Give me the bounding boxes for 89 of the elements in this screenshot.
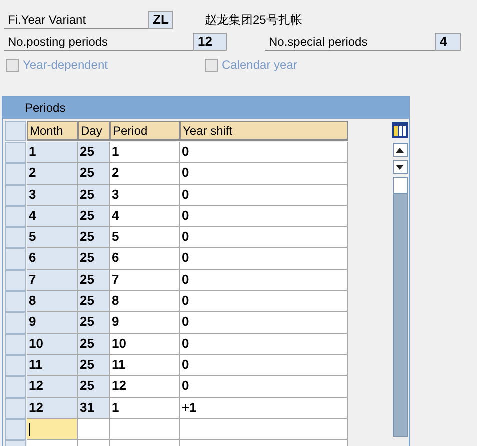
table-cell: 2 (27, 163, 78, 185)
table-cell: 12 (27, 376, 78, 398)
table-title: Periods (3, 97, 409, 119)
table-cell: 6 (27, 248, 78, 270)
table-cell: 25 (78, 312, 110, 334)
table-cell: 25 (78, 248, 110, 270)
table-cell: 4 (27, 206, 78, 228)
row-selector[interactable] (5, 206, 26, 228)
table-cell: 25 (78, 354, 110, 376)
up-arrow-icon (396, 148, 404, 152)
field-label: No.special periods (265, 33, 435, 51)
table-cell: 25 (78, 184, 110, 206)
table-cell: 25 (78, 142, 110, 164)
row-selector[interactable] (5, 248, 26, 270)
table-cell: 0 (180, 227, 348, 248)
row-selector[interactable] (5, 376, 26, 398)
table-cell: 2 (110, 163, 180, 185)
table-cell (110, 418, 180, 440)
table-cell: 9 (27, 312, 78, 334)
table-cell: 25 (78, 376, 110, 398)
table-cell: 0 (180, 334, 348, 355)
scroll-down-button[interactable] (392, 160, 408, 174)
variant-description: 赵龙集团25号扎帐 (205, 12, 302, 28)
table-cell: 0 (180, 354, 348, 376)
table-cell: 1 (27, 142, 78, 164)
table-cell: 25 (78, 270, 110, 292)
row-selector[interactable] (5, 184, 26, 206)
table-cell: 10 (110, 334, 180, 355)
checkbox-label: Calendar year (222, 58, 298, 72)
scroll-thumb[interactable] (394, 178, 406, 194)
table-cell: 5 (27, 227, 78, 248)
table-cell: 0 (180, 142, 348, 164)
table-cell: 0 (180, 248, 348, 270)
table-cell: 3 (27, 184, 78, 206)
table-cell: 4 (110, 206, 180, 228)
field-label: No.posting periods (4, 33, 193, 51)
table-cell: 31 (78, 398, 110, 419)
count-field[interactable]: 4 (435, 33, 461, 51)
table-cell: 25 (78, 334, 110, 355)
row-selector[interactable] (5, 398, 26, 419)
table-cell: 6 (110, 248, 180, 270)
scroll-up-button[interactable] (392, 143, 408, 157)
table-cell: 9 (110, 312, 180, 334)
column-header[interactable]: Month (27, 121, 78, 141)
row-selector[interactable] (5, 163, 26, 185)
table-cell: 0 (180, 163, 348, 185)
row-selector[interactable] (5, 227, 26, 248)
table-cell: 8 (110, 291, 180, 312)
table-cell: 12 (110, 376, 180, 398)
row-selector[interactable] (5, 354, 26, 376)
table-cell: 7 (110, 270, 180, 292)
table-cell: 0 (180, 291, 348, 312)
table-cell: 8 (27, 291, 78, 312)
table-cell: +1 (180, 398, 348, 419)
row-selector[interactable] (5, 142, 26, 164)
table-cell: 25 (78, 163, 110, 185)
table-cell: 3 (110, 184, 180, 206)
table-cell: 25 (78, 227, 110, 248)
column-header[interactable]: Period (110, 121, 180, 141)
table-cell: 11 (110, 354, 180, 376)
table-cell: 0 (180, 184, 348, 206)
column-header[interactable]: Year shift (180, 121, 348, 141)
row-selector[interactable] (5, 270, 26, 292)
table-cell: 0 (180, 206, 348, 228)
table-cell: 11 (27, 354, 78, 376)
column-header[interactable]: Day (78, 121, 110, 141)
row-selector[interactable] (5, 418, 26, 440)
table-cell: 10 (27, 334, 78, 355)
table-cell: 1 (110, 142, 180, 164)
table-cell: 25 (78, 291, 110, 312)
row-selector[interactable] (5, 121, 26, 141)
checkbox-label: Year-dependent (23, 58, 108, 72)
table-cell: 25 (78, 206, 110, 228)
row-selector[interactable] (5, 291, 26, 312)
count-field[interactable]: 12 (193, 33, 227, 51)
variant-field[interactable]: ZL (148, 11, 173, 29)
row-selector[interactable] (5, 312, 26, 334)
table-cell: 7 (27, 270, 78, 292)
column-settings-icon[interactable] (391, 121, 409, 139)
row-selector[interactable] (5, 334, 26, 355)
down-arrow-icon (396, 164, 404, 170)
table-cell: 5 (110, 227, 180, 248)
table-cell: 12 (27, 398, 78, 419)
input-field[interactable] (27, 418, 78, 440)
table-cell (78, 418, 110, 440)
table-cell: 0 (180, 376, 348, 398)
table-cell: 1 (110, 398, 180, 419)
table-cell: 0 (180, 312, 348, 334)
table-cell: 0 (180, 270, 348, 292)
